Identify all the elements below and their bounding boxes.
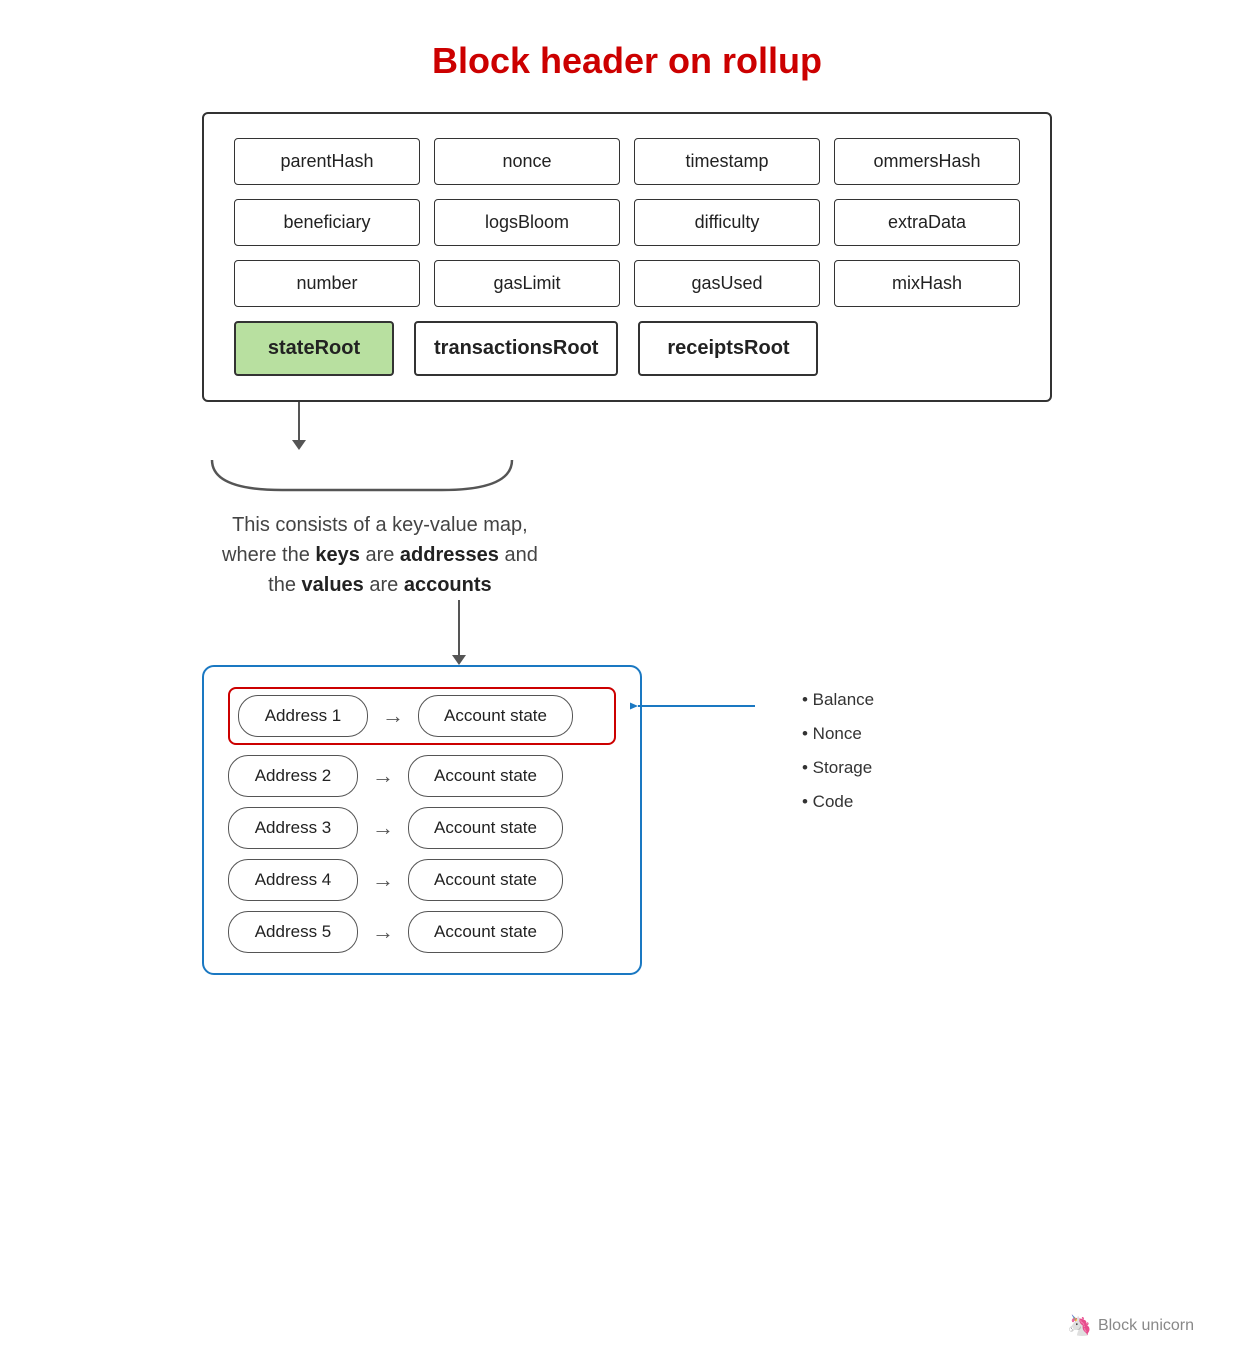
arrow-right-2: → [372, 763, 394, 789]
arrow-right-5: → [372, 919, 394, 945]
main-layout: Block header on rollup parentHash nonce … [60, 40, 1194, 975]
address-5-cell: Address 5 [228, 911, 358, 953]
kv-map-box: Address 1 → Account state Address 2→Acco… [202, 665, 642, 975]
account-state-4-cell: Account state [408, 859, 563, 901]
cell-number: number [234, 260, 420, 307]
cell-receiptsRoot: receiptsRoot [638, 321, 818, 376]
kv-row-5: Address 5 → Account state [228, 911, 616, 953]
legend-list: • Balance • Nonce • Storage • Code [802, 683, 874, 819]
address-3-cell: Address 3 [228, 807, 358, 849]
brace-svg [202, 450, 522, 500]
cell-mixHash: mixHash [834, 260, 1020, 307]
legend-code: • Code [802, 785, 874, 819]
cell-extraData: extraData [834, 199, 1020, 246]
cell-gasLimit: gasLimit [434, 260, 620, 307]
kv-rows-container: Address 2 → Account state Address 3 → Account… [228, 755, 616, 953]
legend-storage: • Storage [802, 751, 874, 785]
address-2-cell: Address 2 [228, 755, 358, 797]
arrow-head-1 [292, 440, 306, 450]
arrow-right-3: → [372, 815, 394, 841]
account-state-5-cell: Account state [408, 911, 563, 953]
bottom-row: stateRoot transactionsRoot receiptsRoot [234, 321, 1020, 376]
address-4-cell: Address 4 [228, 859, 358, 901]
legend-balance: • Balance [802, 683, 874, 717]
kv-row-highlighted: Address 1 → Account state [228, 687, 616, 745]
account-state-1-cell: Account state [418, 695, 573, 737]
block-header-box: parentHash nonce timestamp ommersHash be… [202, 112, 1052, 402]
cell-transactionsRoot: transactionsRoot [414, 321, 618, 376]
cell-logsBloom: logsBloom [434, 199, 620, 246]
arrow-right-4: → [372, 867, 394, 893]
arrow-line-1 [298, 402, 300, 440]
header-grid-row3: number gasLimit gasUsed mixHash [234, 260, 1020, 307]
watermark: 🦄 Block unicorn [1067, 1313, 1194, 1338]
cell-nonce: nonce [434, 138, 620, 185]
watermark-text: Block unicorn [1098, 1317, 1194, 1335]
page-title: Block header on rollup [432, 40, 822, 82]
cell-gasUsed: gasUsed [634, 260, 820, 307]
kv-legend-section: Address 1 → Account state Address 2→Acco… [202, 665, 1052, 975]
arrow-right-1: → [382, 703, 404, 729]
legend-nonce: • Nonce [802, 717, 874, 751]
account-state-2-cell: Account state [408, 755, 563, 797]
header-grid-row1: parentHash nonce timestamp ommersHash [234, 138, 1020, 185]
kv-row-4: Address 4 → Account state [228, 859, 616, 901]
account-state-3-cell: Account state [408, 807, 563, 849]
arrow-down-2 [202, 600, 1052, 665]
arrow-down-1 [202, 402, 1052, 450]
kv-row-2: Address 2 → Account state [228, 755, 616, 797]
cell-parentHash: parentHash [234, 138, 420, 185]
header-grid-row2: beneficiary logsBloom difficulty extraDa… [234, 199, 1020, 246]
cell-difficulty: difficulty [634, 199, 820, 246]
legend-box: • Balance • Nonce • Storage • Code [802, 665, 874, 819]
cell-stateRoot: stateRoot [234, 321, 394, 376]
brace-desc-section: This consists of a key-value map, where … [202, 450, 1052, 600]
cell-beneficiary: beneficiary [234, 199, 420, 246]
kv-row-3: Address 3 → Account state [228, 807, 616, 849]
cell-timestamp: timestamp [634, 138, 820, 185]
arrow-head-2 [452, 655, 466, 665]
cell-ommersHash: ommersHash [834, 138, 1020, 185]
legend-arrow-svg [630, 691, 760, 721]
arrow-line-2 [458, 600, 460, 655]
watermark-icon: 🦄 [1067, 1313, 1092, 1338]
address-1-cell: Address 1 [238, 695, 368, 737]
description-text: This consists of a key-value map, where … [222, 510, 538, 600]
